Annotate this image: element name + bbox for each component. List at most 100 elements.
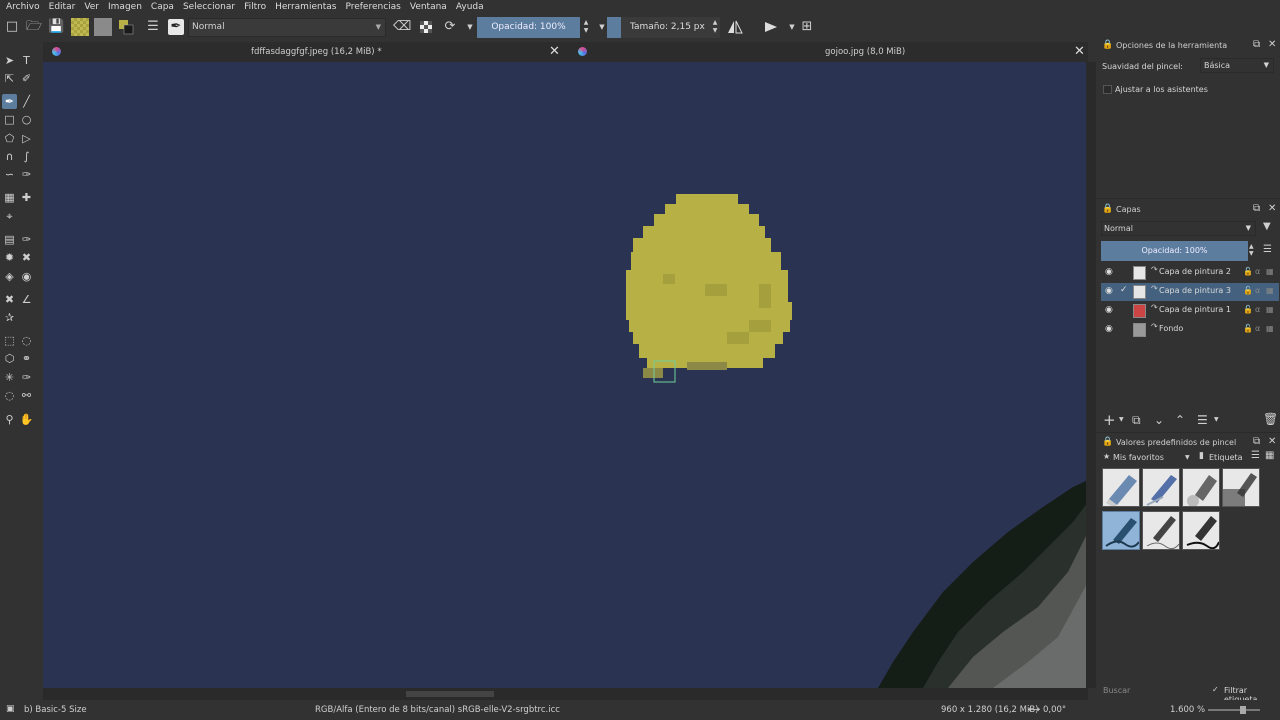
transform-tool-icon[interactable]: ▦ xyxy=(2,190,17,205)
freehand-select-icon[interactable]: ⚭ xyxy=(19,351,34,366)
similar-select-icon[interactable]: ✑ xyxy=(19,370,34,385)
favorites-select[interactable]: Mis favoritos xyxy=(1113,453,1164,462)
pattern-swatch[interactable] xyxy=(94,18,112,36)
ellipse-select-icon[interactable]: ◌ xyxy=(19,333,34,348)
brush-settings-icon[interactable]: ☰ xyxy=(145,19,161,35)
menu-archivo[interactable]: Archivo xyxy=(6,2,40,12)
preset-sketch-pencil[interactable] xyxy=(1142,511,1180,550)
brush-preset-icon[interactable]: ✒ xyxy=(168,19,184,35)
delete-layer-icon[interactable]: 🗑 xyxy=(1263,412,1278,426)
alpha-icon[interactable]: α xyxy=(1255,267,1260,276)
lock-icon[interactable]: 🔒 xyxy=(1102,40,1113,50)
opacity-stepper[interactable]: ▲ ▼ xyxy=(581,19,591,35)
menu-preferencias[interactable]: Preferencias xyxy=(345,2,400,12)
rect-select-icon[interactable]: ⬚ xyxy=(2,333,17,348)
smart-patch-icon[interactable]: ✖ xyxy=(19,250,34,265)
chevron-down-icon[interactable]: ▼ xyxy=(784,19,800,35)
move-layer-up-icon[interactable]: ⌃ xyxy=(1175,413,1185,427)
layer-blend-select[interactable]: Normal ▼ xyxy=(1101,221,1256,236)
text-tool-icon[interactable]: T xyxy=(19,53,34,68)
alpha-icon[interactable]: α xyxy=(1255,324,1260,333)
lock-icon[interactable]: 🔓 xyxy=(1243,267,1253,276)
bezier-select-icon[interactable]: ◌ xyxy=(2,388,17,403)
rectangle-tool-icon[interactable]: □ xyxy=(2,112,17,127)
fg-bg-color-icon[interactable] xyxy=(118,19,134,35)
layer-opacity-stepper[interactable]: ▲ ▼ xyxy=(1249,243,1254,257)
layer-opacity-slider[interactable]: Opacidad: 100% xyxy=(1101,241,1248,261)
check-icon[interactable]: ✓ xyxy=(1212,685,1219,694)
drawing-canvas[interactable] xyxy=(43,62,1088,688)
duplicate-layer-icon[interactable]: ⧉ xyxy=(1132,413,1141,428)
preset-marker[interactable] xyxy=(1182,511,1220,550)
tag-label[interactable]: Etiqueta xyxy=(1209,453,1243,462)
alpha-icon[interactable]: α xyxy=(1255,286,1260,295)
float-panel-icon[interactable]: ⧉ xyxy=(1253,203,1260,214)
preset-pencil[interactable] xyxy=(1142,468,1180,507)
inherit-alpha-icon[interactable]: ▦ xyxy=(1266,267,1274,276)
mirror-vertical-icon[interactable] xyxy=(763,19,779,35)
float-panel-icon[interactable]: ⧉ xyxy=(1253,436,1260,447)
menu-ventana[interactable]: Ventana xyxy=(410,2,447,12)
preset-search-input[interactable]: Buscar xyxy=(1103,686,1130,695)
polyline-tool-icon[interactable]: ▷ xyxy=(19,131,34,146)
size-slider[interactable]: Tamaño: 2,15 px xyxy=(607,17,720,38)
smoothing-select[interactable]: Básica ▼ xyxy=(1200,58,1274,73)
eye-icon[interactable]: ◉ xyxy=(1105,267,1113,277)
layer-row[interactable]: ◉ ↷ Fondo 🔓 α ▦ xyxy=(1101,321,1279,339)
select-shapes-icon[interactable]: ➤ xyxy=(2,53,17,68)
preset-ink-pen-selected[interactable] xyxy=(1102,511,1140,550)
menu-ayuda[interactable]: Ayuda xyxy=(456,2,484,12)
inherit-alpha-icon[interactable]: ▦ xyxy=(1266,324,1274,333)
dynamic-brush-icon[interactable]: ∽ xyxy=(2,167,17,182)
enclose-fill-icon[interactable]: ◉ xyxy=(19,269,34,284)
chevron-down-icon[interactable]: ▼ xyxy=(1185,454,1190,461)
close-icon[interactable]: ✕ xyxy=(1074,44,1085,59)
lock-icon[interactable]: 🔓 xyxy=(1243,324,1253,333)
close-icon[interactable]: ✕ xyxy=(1268,39,1276,50)
menu-filtro[interactable]: Filtro xyxy=(244,2,266,12)
chevron-down-icon[interactable]: ▼ xyxy=(1214,416,1219,423)
save-icon[interactable]: 💾 xyxy=(48,19,64,35)
move-tool-icon[interactable]: ✚ xyxy=(19,190,34,205)
lock-icon[interactable]: 🔓 xyxy=(1243,305,1253,314)
bezier-tool-icon[interactable]: ∩ xyxy=(2,149,17,164)
chevron-down-icon[interactable]: ▼ xyxy=(462,19,478,35)
edit-shapes-icon[interactable]: ⇱ xyxy=(2,71,17,86)
close-icon[interactable]: ✕ xyxy=(1268,436,1276,447)
open-folder-icon[interactable]: 🗁 xyxy=(26,19,42,35)
polygon-tool-icon[interactable]: ⬠ xyxy=(2,131,17,146)
freehand-brush-icon[interactable]: ✒ xyxy=(2,94,17,109)
measure-tool-icon[interactable]: ∠ xyxy=(19,292,34,307)
lock-icon[interactable]: 🔒 xyxy=(1102,437,1113,447)
mirror-horizontal-icon[interactable] xyxy=(727,19,743,35)
menu-capa[interactable]: Capa xyxy=(151,2,174,12)
menu-ver[interactable]: Ver xyxy=(84,2,99,12)
snap-checkbox[interactable] xyxy=(1103,85,1112,94)
inherit-alpha-icon[interactable]: ▦ xyxy=(1266,286,1274,295)
menu-imagen[interactable]: Imagen xyxy=(108,2,142,12)
alpha-lock-icon[interactable] xyxy=(418,19,434,35)
size-stepper[interactable]: ▲ ▼ xyxy=(710,19,720,35)
menu-editar[interactable]: Editar xyxy=(49,2,76,12)
move-layer-down-icon[interactable]: ⌄ xyxy=(1154,413,1164,427)
tab-document-1[interactable]: fdffasdaggfgf.jpeg (16,2 MiB) * xyxy=(251,42,382,62)
magnetic-select-icon[interactable]: ⚯ xyxy=(19,388,34,403)
reload-icon[interactable]: ⟳ xyxy=(442,19,458,35)
opacity-slider[interactable]: Opacidad: 100% xyxy=(477,17,580,38)
rotation-icon[interactable]: ⟷ xyxy=(1028,705,1040,715)
contiguous-select-icon[interactable]: ✳ xyxy=(2,370,17,385)
preset-eraser[interactable] xyxy=(1102,468,1140,507)
crop-tool-icon[interactable]: ⌖ xyxy=(2,209,17,224)
freehand-path-icon[interactable]: ∫ xyxy=(19,149,34,164)
fill-tool-icon[interactable]: ◈ xyxy=(2,269,17,284)
vertical-scrollbar[interactable] xyxy=(1086,62,1096,688)
close-icon[interactable]: ✕ xyxy=(1268,203,1276,214)
wrap-around-icon[interactable]: ⊞ xyxy=(799,19,815,35)
multibrush-icon[interactable]: ✑ xyxy=(19,167,34,182)
line-tool-icon[interactable]: ╱ xyxy=(19,94,34,109)
preset-airbrush[interactable] xyxy=(1182,468,1220,507)
eye-icon[interactable]: ◉ xyxy=(1105,324,1113,334)
zoom-slider[interactable] xyxy=(1208,709,1260,711)
layer-properties-icon[interactable]: ☰ xyxy=(1197,413,1208,427)
assistant-tool-icon[interactable]: ✖ xyxy=(2,292,17,307)
